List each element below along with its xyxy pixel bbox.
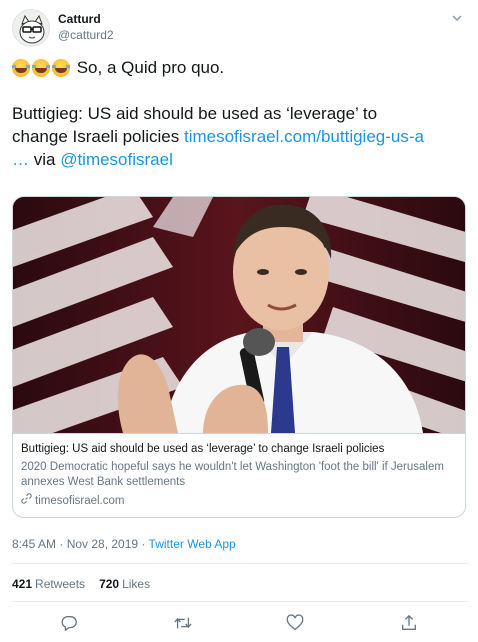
- article-link-ellipsis[interactable]: …: [12, 148, 29, 171]
- tweet-line-4: … via @timesofisrael: [12, 148, 468, 171]
- tweet-line-1-text: So, a Quid pro quo.: [72, 58, 225, 77]
- face-with-tears-of-joy-icon: [52, 58, 70, 77]
- card-meta[interactable]: Buttigieg: US aid should be used as ‘lev…: [13, 433, 465, 509]
- link-preview-card[interactable]: Buttigieg: US aid should be used as ‘lev…: [12, 196, 466, 518]
- tweet-line-1: So, a Quid pro quo.: [12, 56, 468, 79]
- tweet-line-3: change Israeli policies timesofisrael.co…: [12, 125, 468, 148]
- article-link[interactable]: timesofisrael.com/buttigieg-us-a: [184, 125, 424, 148]
- card-photo: [13, 197, 465, 433]
- card-image[interactable]: [13, 197, 465, 433]
- heart-icon[interactable]: [284, 612, 306, 634]
- face-with-tears-of-joy-icon: [32, 58, 50, 77]
- likes-stat[interactable]: 720 Likes: [99, 577, 150, 591]
- card-domain-text: timesofisrael.com: [35, 494, 125, 507]
- tweet-line-2: Buttigieg: US aid should be used as ‘lev…: [12, 102, 468, 125]
- card-title: Buttigieg: US aid should be used as ‘lev…: [21, 443, 385, 455]
- divider: [12, 563, 468, 564]
- avatar-cat-icon: [13, 10, 49, 46]
- avatar[interactable]: [12, 9, 50, 47]
- divider: [12, 601, 468, 602]
- tweet-line-2-text: Buttigieg: US aid should be used as ‘lev…: [12, 104, 378, 123]
- source-app-link[interactable]: Twitter Web App: [149, 537, 236, 551]
- time-date[interactable]: 8:45 AM · Nov 28, 2019 ·: [12, 537, 149, 551]
- card-domain: timesofisrael.com: [21, 493, 457, 509]
- display-name[interactable]: Catturd: [58, 12, 114, 27]
- retweets-label: Retweets: [35, 577, 86, 591]
- likes-count: 720: [99, 577, 120, 591]
- mention-link[interactable]: @timesofisrael: [60, 148, 173, 171]
- share-icon[interactable]: [398, 612, 420, 634]
- retweets-stat[interactable]: 421 Retweets: [12, 577, 85, 591]
- retweets-count: 421: [12, 577, 33, 591]
- link-icon: [21, 493, 32, 509]
- face-with-tears-of-joy-icon: [12, 58, 30, 77]
- via-text: via: [29, 150, 61, 169]
- retweet-icon[interactable]: [172, 612, 194, 634]
- tweet-actions: [0, 612, 478, 636]
- card-description: 2020 Democratic hopeful says he wouldn't…: [21, 461, 444, 488]
- tweet-header: Catturd @catturd2: [12, 9, 468, 47]
- chevron-down-icon[interactable]: [450, 11, 464, 25]
- tweet-line-3-text: change Israeli policies: [12, 127, 184, 146]
- tweet-stats: 421 Retweets 720 Likes: [12, 577, 150, 591]
- tweet-text: So, a Quid pro quo. Buttigieg: US aid sh…: [12, 56, 468, 171]
- likes-label: Likes: [122, 577, 151, 591]
- reply-icon[interactable]: [58, 612, 80, 634]
- user-handle[interactable]: @catturd2: [58, 27, 114, 43]
- tweet-timestamp: 8:45 AM · Nov 28, 2019 · Twitter Web App: [12, 537, 236, 551]
